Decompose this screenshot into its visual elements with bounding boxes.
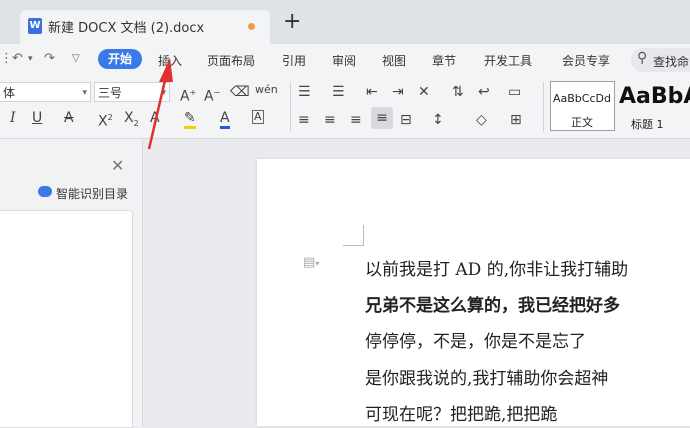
align-center-icon[interactable]: ≡ [324,112,336,128]
document-page[interactable]: ▤▾ 以前我是打 AD 的,你非让我打辅助 兄弟不是这么算的，我已经把好多 停停… [257,159,690,426]
tab-developer-tools[interactable]: 开发工具 [484,52,532,69]
document-tab[interactable]: W 新建 DOCX 文档 (2).docx [20,10,270,44]
undo-dropdown-icon[interactable]: ▾ [28,54,33,64]
tab-start[interactable]: 开始 [98,49,142,69]
increase-font-size-icon[interactable]: A+ [180,85,196,105]
chinese-layout-icon[interactable]: ✕ [418,84,430,100]
word-doc-icon: W [28,18,42,34]
style-normal[interactable]: AaBbCcDd 正文 [550,81,615,131]
search-command-box[interactable]: ⚲ 查找命 [631,48,690,72]
smart-toc-button[interactable]: 智能识别目录 [56,185,128,202]
tab-view[interactable]: 视图 [382,52,406,69]
paragraph-line[interactable]: 兄弟不是这么算的，我已经把好多 [365,291,620,316]
tab-bar: W 新建 DOCX 文档 (2).docx + [0,0,690,44]
formatting-toolbar: 体 ▾ 三号 ▾ A+ A− ⌫ wén I U A X2 X2 A ✎ A A… [0,76,690,139]
paragraph-line[interactable]: 以前我是打 AD 的,你非让我打辅助 [365,255,628,280]
tab-insert[interactable]: 插入 [158,52,182,69]
tab-section[interactable]: 章节 [432,52,456,69]
smart-toc-icon [38,186,52,197]
search-label: 查找命 [653,55,690,69]
align-right-icon[interactable]: ≡ [350,112,362,128]
font-size-value: 三号 [98,86,123,100]
font-color-icon[interactable]: A [220,110,230,129]
style-normal-label: 正文 [571,116,593,129]
paragraph-line[interactable]: 可现在呢？把把跪,把把跪 [365,400,557,425]
decrease-indent-icon[interactable]: ⇤ [366,84,378,100]
font-name-value: 体 [3,86,16,100]
new-tab-button[interactable]: + [283,11,301,33]
justify-icon[interactable]: ≡ [371,107,393,129]
font-size-select[interactable]: 三号 ▾ [94,82,170,102]
search-icon: ⚲ [637,50,648,66]
paragraph-line[interactable]: 停停停，不是，你是不是忘了 [365,327,586,352]
highlight-icon[interactable]: ✎ [184,110,196,129]
italic-icon[interactable]: I [10,110,16,126]
align-left-icon[interactable]: ≡ [298,112,310,128]
margin-corner-mark [343,225,364,246]
style-heading-preview: AaBbA [619,84,690,109]
toolbar-divider [290,82,291,132]
character-border-icon[interactable]: A [252,110,264,124]
redo-icon[interactable]: ↷ [44,51,55,66]
customize-quick-access-icon[interactable]: ▽ [72,53,80,64]
paragraph-line[interactable]: 是你跟我说的,我打辅助你会超神 [365,364,608,389]
numbered-list-icon[interactable]: ☰ [332,84,345,100]
close-icon[interactable]: ✕ [111,156,124,175]
sort-icon[interactable]: ⇅ [452,84,464,100]
menu-bar: ⋮ ↶ ▾ ↷ ▽ 开始 插入 页面布局 引用 审阅 视图 章节 开发工具 会员… [0,44,690,76]
line-spacing-icon[interactable]: ↕ [432,112,444,128]
shading-icon[interactable]: ◇ [476,112,487,128]
toolbar-divider [543,82,544,132]
underline-icon[interactable]: U [32,110,42,126]
navigation-pane: ✕ 智能识别目录 [0,139,143,428]
distributed-align-icon[interactable]: ⊟ [400,112,412,128]
undo-icon[interactable]: ↶ [12,51,23,66]
pinyin-guide-icon[interactable]: wén [255,82,278,98]
borders-icon[interactable]: ⊞ [510,112,522,128]
outline-list[interactable] [0,210,133,428]
text-effect-icon[interactable]: A [150,110,160,126]
unsaved-indicator [248,23,255,30]
tab-page-layout[interactable]: 页面布局 [207,52,255,69]
style-normal-preview: AaBbCcDd [553,92,611,105]
show-hide-marks-icon[interactable]: ↩ [478,84,490,100]
table-borders-icon[interactable]: ▭ [508,84,521,100]
style-heading-1[interactable]: AaBbA 标题 1 [617,81,690,131]
chevron-down-icon: ▾ [82,88,87,98]
bulleted-list-icon[interactable]: ☰ [298,84,311,100]
subscript-icon[interactable]: X2 [124,110,139,132]
clear-format-icon[interactable]: ⌫ [230,84,250,100]
superscript-icon[interactable]: X2 [98,110,113,130]
decrease-font-size-icon[interactable]: A− [204,85,220,105]
chevron-down-icon: ▾ [161,88,166,98]
style-heading-label: 标题 1 [631,118,664,131]
strikethrough-icon[interactable]: A [64,110,74,126]
document-tab-title: 新建 DOCX 文档 (2).docx [48,21,205,36]
tab-member[interactable]: 会员专享 [562,52,610,69]
paragraph-handle-icon[interactable]: ▤▾ [303,255,319,270]
font-name-select[interactable]: 体 ▾ [0,82,91,102]
tab-review[interactable]: 审阅 [332,52,356,69]
tab-references[interactable]: 引用 [282,52,306,69]
increase-indent-icon[interactable]: ⇥ [392,84,404,100]
